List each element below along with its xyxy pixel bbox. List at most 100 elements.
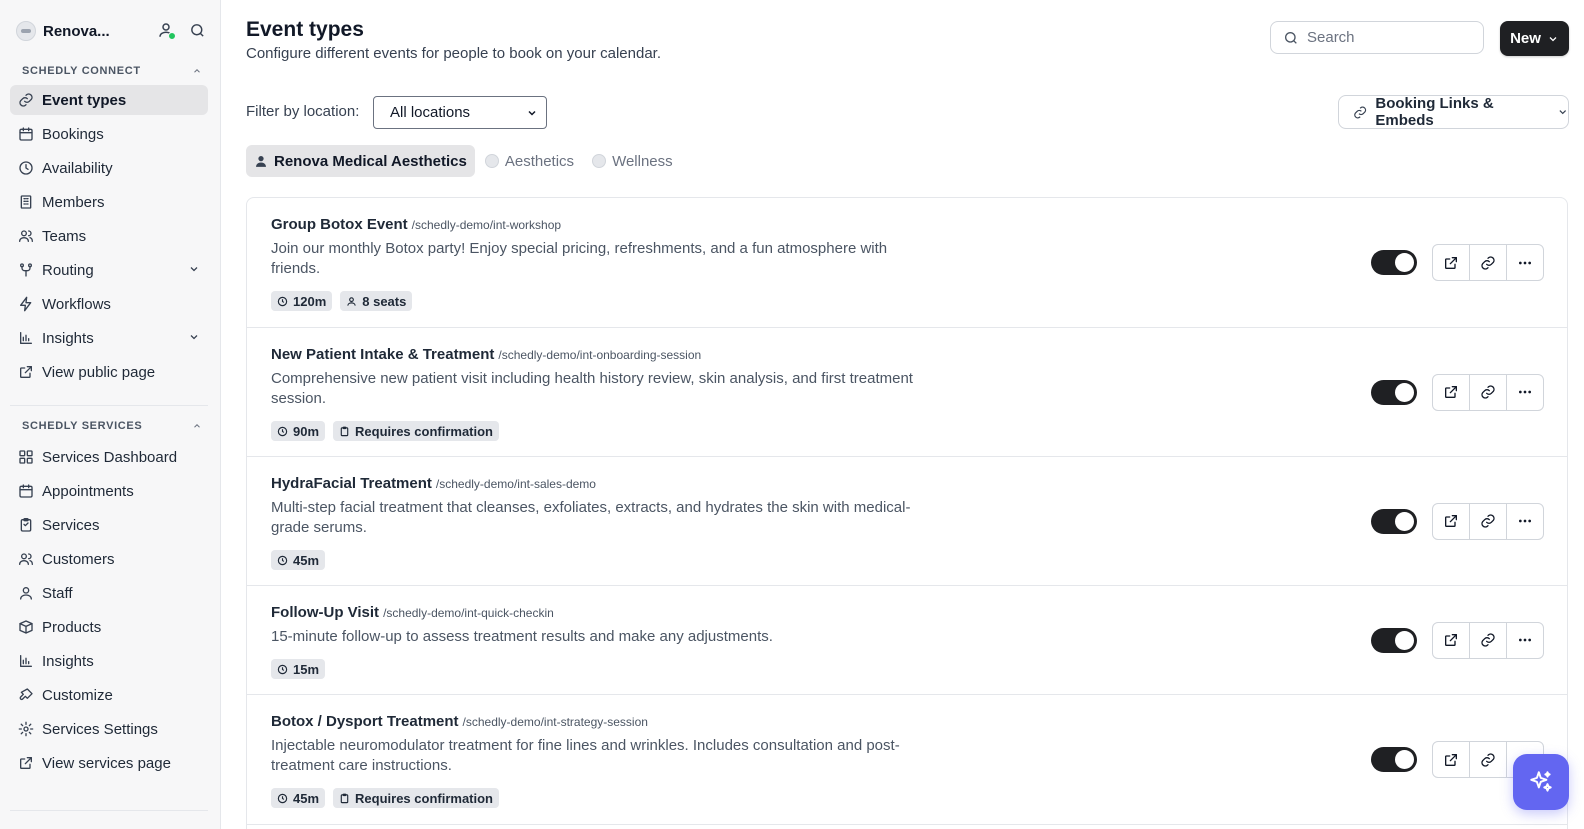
copy-link-button[interactable] <box>1470 742 1507 777</box>
event-actions-group <box>1432 373 1544 411</box>
clock-icon <box>277 296 288 306</box>
more-options-button[interactable] <box>1507 245 1543 280</box>
link-icon <box>19 93 33 107</box>
org-switcher[interactable]: Renova... <box>16 20 206 42</box>
event-type-row[interactable]: Botox / Dysport Treatment/schedly-demo/i… <box>247 695 1567 825</box>
preview-button[interactable] <box>1433 245 1470 280</box>
preview-button[interactable] <box>1433 742 1470 777</box>
sidebar-item-label: Bookings <box>42 125 104 143</box>
event-title[interactable]: HydraFacial Treatment/schedly-demo/int-s… <box>271 475 596 492</box>
copy-link-button[interactable] <box>1470 622 1507 658</box>
chevron-up-icon <box>194 69 200 73</box>
sidebar-item-members[interactable]: Members <box>10 187 208 217</box>
chevron-down-icon <box>190 267 198 272</box>
sidebar-item-services[interactable]: Services <box>10 510 208 540</box>
preview-button[interactable] <box>1433 622 1470 658</box>
copy-link-button[interactable] <box>1470 374 1507 410</box>
event-slug: /schedly-demo/int-strategy-session <box>462 715 648 729</box>
search-input[interactable] <box>1307 29 1467 46</box>
chevron-down-icon <box>190 335 198 340</box>
users-icon <box>19 230 33 242</box>
more-horizontal-icon <box>1519 519 1531 523</box>
more-options-button[interactable] <box>1507 623 1543 658</box>
user-status-icon[interactable] <box>157 21 176 40</box>
team-avatar <box>484 154 499 168</box>
duration-badge: 15m <box>271 659 326 679</box>
clipboard-icon <box>340 793 349 803</box>
event-enabled-toggle[interactable] <box>1371 627 1417 653</box>
calendar-icon <box>19 484 33 498</box>
sidebar-item-workflows[interactable]: Workflows <box>10 289 208 319</box>
sidebar-item-customize[interactable]: Customize <box>10 680 208 710</box>
sidebar-item-teams[interactable]: Teams <box>10 221 208 251</box>
bar-chart-icon <box>20 332 32 344</box>
event-type-row[interactable]: Follow-Up Visit/schedly-demo/int-quick-c… <box>247 586 1567 695</box>
event-badges: 90m Requires confirmation <box>271 421 499 441</box>
sidebar-item-event-types[interactable]: Event types <box>10 85 208 115</box>
clock-icon <box>277 793 288 803</box>
sidebar-item-services-settings[interactable]: Services Settings <box>10 714 208 744</box>
event-type-row[interactable]: New Patient Intake & Treatment/schedly-d… <box>247 328 1567 457</box>
sidebar-item-view-services-page[interactable]: View services page <box>10 748 208 778</box>
event-title[interactable]: Group Botox Event/schedly-demo/int-works… <box>271 216 561 233</box>
external-link-icon <box>20 757 32 769</box>
event-badges: 45m Requires confirmation <box>271 788 499 808</box>
more-options-button[interactable] <box>1507 375 1543 410</box>
event-type-row[interactable]: HydraFacial Treatment/schedly-demo/int-s… <box>247 457 1567 586</box>
copy-link-button[interactable] <box>1470 245 1507 280</box>
sidebar-item-label: Members <box>42 193 105 211</box>
copy-link-button[interactable] <box>1470 503 1507 539</box>
page-title: Event types <box>246 18 364 41</box>
sidebar-item-insights[interactable]: Insights <box>10 646 208 676</box>
event-type-row[interactable]: Group Botox Event/schedly-demo/int-works… <box>247 198 1567 328</box>
event-title[interactable]: Botox / Dysport Treatment/schedly-demo/i… <box>271 713 648 730</box>
event-description: Comprehensive new patient visit includin… <box>271 370 913 407</box>
event-enabled-toggle[interactable] <box>1371 747 1417 772</box>
section-services-label[interactable]: SCHEDLY SERVICES <box>22 420 202 432</box>
preview-button[interactable] <box>1433 503 1470 539</box>
event-enabled-toggle[interactable] <box>1371 250 1417 275</box>
sidebar-item-label: View public page <box>42 363 156 381</box>
search-icon[interactable] <box>189 22 206 39</box>
external-link-icon <box>1445 753 1457 766</box>
search-box[interactable] <box>1270 21 1484 54</box>
external-link-icon <box>1445 386 1457 398</box>
sidebar-item-appointments[interactable]: Appointments <box>10 476 208 506</box>
location-select[interactable]: All locations <box>373 96 547 129</box>
event-description: 15-minute follow-up to assess treatment … <box>271 628 773 645</box>
sidebar-item-label: Staff <box>42 584 73 602</box>
duration-badge: 90m <box>271 421 326 441</box>
tab-wellness[interactable]: Wellness <box>584 145 681 177</box>
sidebar-item-label: Customize <box>42 686 113 704</box>
filter-label: Filter by location: <box>246 103 360 120</box>
sidebar-item-products[interactable]: Products <box>10 612 208 642</box>
booking-links-button[interactable]: Booking Links & Embeds <box>1338 95 1569 129</box>
sidebar-item-label: Appointments <box>42 482 134 500</box>
sidebar-item-routing[interactable]: Routing <box>10 255 208 285</box>
tab-aesthetics[interactable]: Aesthetics <box>477 145 582 177</box>
sidebar-item-bookings[interactable]: Bookings <box>10 119 208 149</box>
sidebar-item-availability[interactable]: Availability <box>10 153 208 183</box>
sidebar-item-services-dashboard[interactable]: Services Dashboard <box>10 442 208 472</box>
preview-button[interactable] <box>1433 374 1470 410</box>
duration-badge: 45m <box>271 788 326 808</box>
section-connect-label[interactable]: SCHEDLY CONNECT <box>22 65 202 77</box>
ai-assistant-button[interactable] <box>1513 754 1569 810</box>
more-options-button[interactable] <box>1507 504 1543 539</box>
confirmation-badge: Requires confirmation <box>333 788 499 808</box>
event-title[interactable]: Follow-Up Visit/schedly-demo/int-quick-c… <box>271 604 554 621</box>
sidebar-item-view-public-page[interactable]: View public page <box>10 357 208 387</box>
sidebar-item-label: Event types <box>42 91 127 109</box>
event-enabled-toggle[interactable] <box>1371 508 1417 534</box>
sidebar-item-insights[interactable]: Insights <box>10 323 208 353</box>
sidebar-item-staff[interactable]: Staff <box>10 578 208 608</box>
tab-renova-medical-aesthetics[interactable]: Renova Medical Aesthetics <box>246 145 475 177</box>
event-enabled-toggle[interactable] <box>1371 379 1417 405</box>
sidebar-item-customers[interactable]: Customers <box>10 544 208 574</box>
event-title[interactable]: New Patient Intake & Treatment/schedly-d… <box>271 346 701 363</box>
dashboard-icon <box>19 450 33 464</box>
more-horizontal-icon <box>1519 390 1531 394</box>
sidebar-item-label: Teams <box>42 227 87 245</box>
new-button[interactable]: New <box>1500 21 1569 56</box>
users-icon <box>19 553 33 565</box>
